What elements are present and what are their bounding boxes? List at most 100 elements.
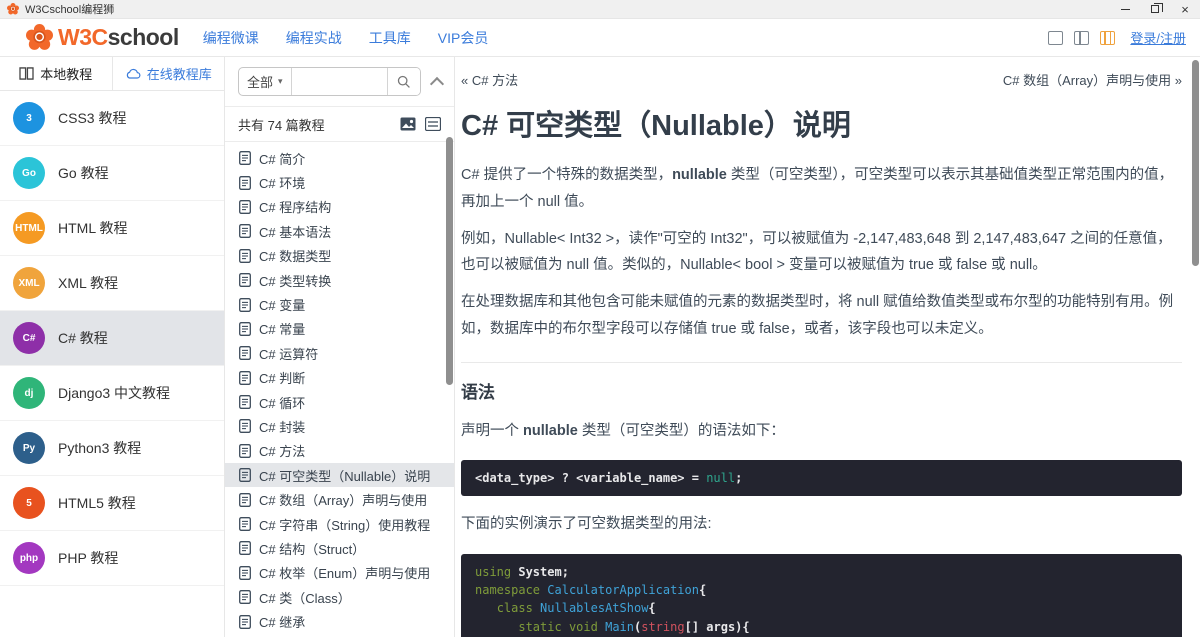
window-titlebar: W3Cschool编程狮 ×: [0, 0, 1200, 19]
chapter-item-9[interactable]: C# 判断: [225, 366, 454, 390]
sidebar-course-item-6[interactable]: PyPython3 教程: [0, 421, 224, 476]
chapter-list: C# 简介 C# 环境 C# 程序结构 C# 基本语法 C# 数据类型 C# 类型转换 C#…: [225, 142, 454, 637]
document-icon: [239, 395, 251, 409]
chapter-label: C# 数组（Array）声明与使用: [259, 490, 427, 509]
section-divider: [461, 362, 1182, 363]
document-icon: [239, 590, 251, 604]
single-column-icon[interactable]: [1048, 31, 1063, 45]
chapter-item-17[interactable]: C# 枚举（Enum）声明与使用: [225, 561, 454, 585]
document-icon: [239, 298, 251, 312]
sidebar-course-item-0[interactable]: 3CSS3 教程: [0, 91, 224, 146]
chapter-item-18[interactable]: C# 类（Class）: [225, 585, 454, 609]
sidebar-course-item-5[interactable]: dj Django3 中文教程: [0, 366, 224, 421]
text-view-icon[interactable]: [425, 117, 441, 131]
chapter-item-6[interactable]: C# 变量: [225, 292, 454, 316]
course-label: Django3 中文教程: [58, 383, 170, 403]
tab-online-library[interactable]: 在线教程库: [113, 57, 225, 90]
document-icon: [239, 273, 251, 287]
syntax-intro: 声明一个 nullable 类型（可空类型）的语法如下：: [461, 418, 1182, 445]
sidebar-course-item-2[interactable]: HTMLHTML 教程: [0, 201, 224, 256]
filter-dropdown[interactable]: 全部 ▾: [239, 68, 292, 95]
chapter-item-5[interactable]: C# 类型转换: [225, 268, 454, 292]
chapter-item-8[interactable]: C# 运算符: [225, 341, 454, 365]
two-column-icon[interactable]: [1074, 31, 1089, 45]
document-icon: [239, 346, 251, 360]
sidebar-course-item-8[interactable]: phpPHP 教程: [0, 531, 224, 586]
sidebar-course-item-7[interactable]: 5HTML5 教程: [0, 476, 224, 531]
caret-down-icon: ▾: [278, 76, 283, 87]
chapter-item-7[interactable]: C# 常量: [225, 317, 454, 341]
brand-flower-icon: [26, 24, 53, 51]
nav-item-3[interactable]: VIP会员: [438, 28, 489, 48]
chapter-item-4[interactable]: C# 数据类型: [225, 244, 454, 268]
chapter-item-10[interactable]: C# 循环: [225, 390, 454, 414]
chapter-label: C# 变量: [259, 295, 305, 314]
brand-text: W3Cschool: [58, 24, 179, 51]
course-label: PHP 教程: [58, 548, 118, 568]
minimize-button[interactable]: [1110, 0, 1140, 19]
document-icon: [239, 200, 251, 214]
chapter-item-20[interactable]: C# 多态性: [225, 634, 454, 637]
window-title: W3Cschool编程狮: [25, 1, 114, 17]
chapter-item-1[interactable]: C# 环境: [225, 170, 454, 194]
chapter-item-11[interactable]: C# 封装: [225, 414, 454, 438]
nav-item-1[interactable]: 编程实战: [286, 28, 342, 48]
document-icon: [239, 371, 251, 385]
search-button[interactable]: [387, 68, 420, 95]
course-badge-icon: dj: [13, 377, 45, 409]
brand-logo[interactable]: W3Cschool: [26, 24, 179, 51]
login-register-link[interactable]: 登录/注册: [1130, 28, 1186, 47]
tab-local-tutorials[interactable]: 本地教程: [0, 57, 113, 90]
chapter-label: C# 循环: [259, 393, 305, 412]
article-panel: « C# 方法 C# 数组（Array）声明与使用 » C# 可空类型（Null…: [455, 57, 1200, 637]
course-label: HTML 教程: [58, 218, 127, 238]
syntax-heading: 语法: [461, 378, 1182, 403]
main-scrollbar[interactable]: [1192, 60, 1199, 266]
chapter-item-13[interactable]: C# 可空类型（Nullable）说明: [225, 463, 454, 487]
document-icon: [239, 322, 251, 336]
search-input[interactable]: [292, 68, 387, 95]
main-nav: 编程微课 编程实战 工具库 VIP会员: [203, 28, 489, 48]
document-icon: [239, 493, 251, 507]
chapter-item-19[interactable]: C# 继承: [225, 609, 454, 633]
prev-chapter-link[interactable]: « C# 方法: [461, 70, 518, 89]
nav-item-0[interactable]: 编程微课: [203, 28, 259, 48]
chapter-item-2[interactable]: C# 程序结构: [225, 195, 454, 219]
document-icon: [239, 176, 251, 190]
chapter-label: C# 多态性: [259, 637, 318, 638]
restore-button[interactable]: [1140, 0, 1170, 19]
close-button[interactable]: ×: [1170, 0, 1200, 19]
next-chapter-link[interactable]: C# 数组（Array）声明与使用 »: [1003, 70, 1182, 89]
document-icon: [239, 468, 251, 482]
document-icon: [239, 444, 251, 458]
chapter-label: C# 类（Class）: [259, 588, 351, 607]
collapse-button chevron-up-icon[interactable]: [430, 75, 444, 89]
chapter-scrollbar[interactable]: [446, 137, 453, 385]
sidebar-course-item-1[interactable]: GoGo 教程: [0, 146, 224, 201]
image-view-icon[interactable]: [400, 117, 416, 131]
document-icon: [239, 517, 251, 531]
document-icon: [239, 249, 251, 263]
nav-item-2[interactable]: 工具库: [369, 28, 411, 48]
three-column-icon[interactable]: [1100, 31, 1115, 45]
document-icon: [239, 419, 251, 433]
chapter-label: C# 枚举（Enum）声明与使用: [259, 563, 430, 582]
chapter-label: C# 基本语法: [259, 222, 331, 241]
app-logo-icon: [7, 3, 19, 15]
chapter-label: C# 类型转换: [259, 271, 331, 290]
chapter-item-16[interactable]: C# 结构（Struct）: [225, 536, 454, 560]
chapter-label: C# 程序结构: [259, 197, 331, 216]
chapter-panel: 全部 ▾ 共有 74 篇教程: [225, 57, 455, 637]
chapter-label: C# 字符串（String）使用教程: [259, 515, 430, 534]
sidebar-course-item-3[interactable]: XMLXML 教程: [0, 256, 224, 311]
chapter-item-14[interactable]: C# 数组（Array）声明与使用: [225, 487, 454, 511]
course-label: Go 教程: [58, 163, 109, 183]
chapter-item-3[interactable]: C# 基本语法: [225, 219, 454, 243]
chapter-item-0[interactable]: C# 简介: [225, 146, 454, 170]
chapter-item-15[interactable]: C# 字符串（String）使用教程: [225, 512, 454, 536]
chapter-label: C# 环境: [259, 173, 305, 192]
chapter-item-12[interactable]: C# 方法: [225, 439, 454, 463]
sidebar-course-item-4[interactable]: C#C# 教程: [0, 311, 224, 366]
course-sidebar: 本地教程 在线教程库 3CSS3 教程GoGo 教程HTMLHTML 教程XML…: [0, 57, 225, 637]
chapter-label: C# 判断: [259, 368, 305, 387]
